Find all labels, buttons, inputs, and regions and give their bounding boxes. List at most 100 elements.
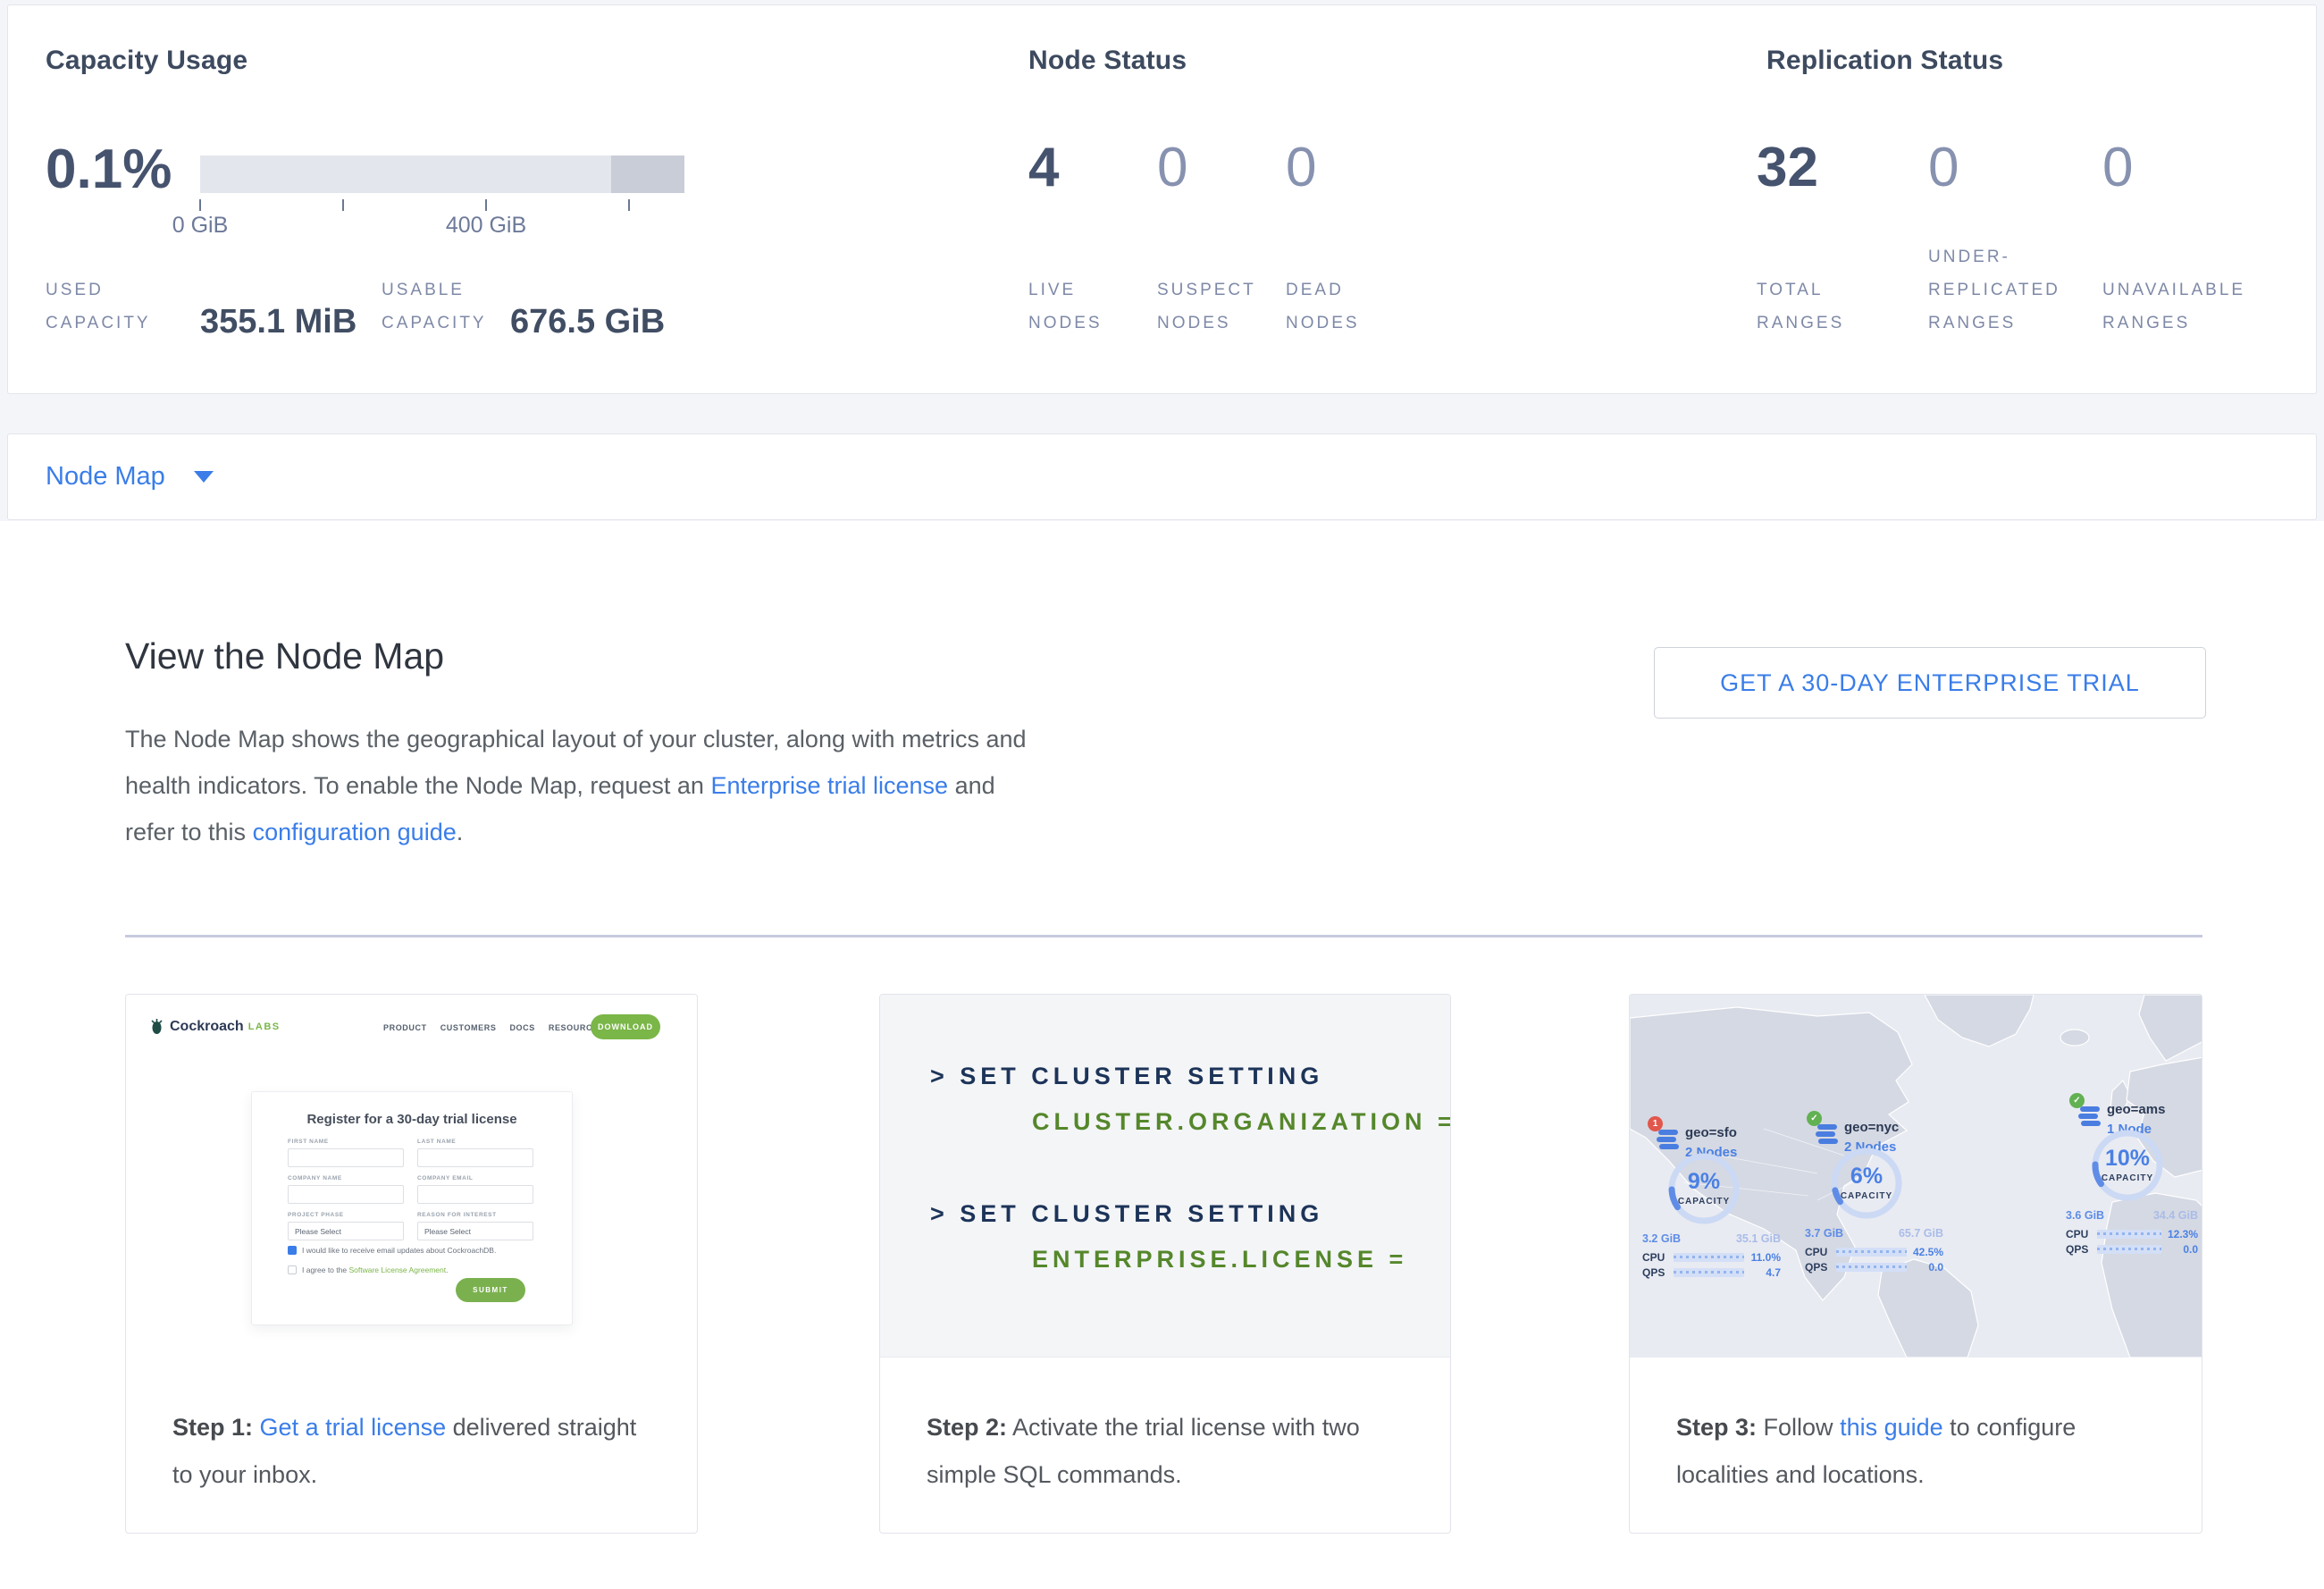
capacity-bar-reserved-segment	[611, 156, 684, 193]
used-capacity-value: 355.1 MiB	[200, 303, 357, 341]
sql-screenshot: > SET CLUSTER SETTING CLUSTER.ORGANIZATI…	[880, 995, 1450, 1358]
capacity-percent: 0.1%	[46, 138, 172, 201]
capacity-percent-label: 9%	[1665, 1169, 1742, 1195]
sql-setting-line: ENTERPRISE.LICENSE =	[1032, 1246, 1407, 1274]
node-map-preview: 1 geo=sfo 2 Nodes 9% CAPACITY	[1630, 995, 2202, 1358]
db-stack-icon	[2078, 1106, 2102, 1127]
cpu-sparkline	[2097, 1230, 2161, 1239]
node-metrics: 3.6 GiB 34.4 GiB CPU 12.3% QPS 0.0	[2066, 1209, 2198, 1257]
qps-value: 4.7	[1750, 1266, 1781, 1279]
step2-caption: Step 2: Activate the trial license with …	[927, 1404, 1413, 1499]
node-map-selector-label: Node Map	[46, 462, 165, 492]
email-updates-checkbox-row: I would like to receive email updates ab…	[288, 1246, 496, 1255]
qps-sparkline	[2097, 1245, 2161, 1254]
node-map-selector[interactable]: Node Map	[7, 433, 2317, 520]
capacity-axis-label-400: 400 GiB	[415, 213, 558, 239]
capacity-percent-label: 6%	[1828, 1164, 1905, 1190]
field-label: REASON FOR INTEREST	[417, 1212, 497, 1218]
download-button: DOWNLOAD	[591, 1014, 660, 1039]
chevron-down-icon	[194, 471, 214, 483]
used-gib: 3.6 GiB	[2066, 1209, 2104, 1222]
section-divider	[125, 935, 2202, 937]
step3-caption: Step 3: Follow this guide to configure l…	[1676, 1404, 2164, 1499]
nav-item: CUSTOMERS	[440, 1023, 497, 1032]
qps-sparkline	[1674, 1268, 1744, 1277]
page-title: View the Node Map	[125, 635, 444, 677]
qps-label: QPS	[1642, 1266, 1667, 1279]
node-locality-label: geo=sfo	[1685, 1125, 1737, 1140]
step1-caption: Step 1: Get a trial license delivered st…	[172, 1404, 659, 1499]
capacity-caption: CAPACITY	[1828, 1191, 1905, 1201]
cpu-label: CPU	[2066, 1228, 2091, 1240]
qps-value: 0.0	[1913, 1261, 1943, 1274]
total-gib: 65.7 GiB	[1899, 1227, 1943, 1240]
dead-nodes-value: 0	[1286, 138, 1316, 198]
total-gib: 34.4 GiB	[2153, 1209, 2198, 1222]
brand-suffix-text: LABS	[248, 1022, 281, 1032]
nav-item: DOCS	[509, 1023, 534, 1032]
suspect-nodes-label: SUSPECT NODES	[1157, 273, 1282, 340]
checkbox-unchecked-icon	[288, 1265, 297, 1274]
get-enterprise-trial-button[interactable]: GET A 30-DAY ENTERPRISE TRIAL	[1654, 647, 2206, 719]
capacity-bar	[200, 156, 684, 193]
last-name-input	[417, 1148, 533, 1167]
unavailable-ranges-value: 0	[2102, 138, 2133, 198]
capacity-usage-title: Capacity Usage	[46, 46, 248, 76]
qps-value: 0.0	[2168, 1243, 2198, 1256]
capacity-axis-tick	[199, 199, 201, 211]
enterprise-trial-license-link[interactable]: Enterprise trial license	[710, 772, 948, 799]
capacity-caption: CAPACITY	[1665, 1197, 1742, 1206]
unavailable-ranges-label: UNAVAILABLE RANGES	[2102, 273, 2312, 340]
capacity-caption: CAPACITY	[2089, 1173, 2166, 1183]
trial-license-form: Register for a 30-day trial license FIRS…	[251, 1091, 573, 1325]
cpu-value: 11.0%	[1750, 1251, 1781, 1264]
usable-capacity-value: 676.5 GiB	[510, 303, 665, 341]
step2-card: > SET CLUSTER SETTING CLUSTER.ORGANIZATI…	[879, 994, 1451, 1534]
summary-region: Capacity Usage 0.1% 0 GiB 400 GiB USED C…	[0, 0, 2324, 521]
cpu-sparkline	[1674, 1253, 1744, 1262]
checkbox-label: I would like to receive email updates ab…	[302, 1246, 496, 1255]
capacity-percent-label: 10%	[2089, 1146, 2166, 1172]
cpu-value: 12.3%	[2168, 1228, 2198, 1240]
cpu-label: CPU	[1642, 1251, 1667, 1264]
node-metrics: 3.7 GiB65.7 GiB CPU42.5% QPS0.0	[1805, 1227, 1943, 1274]
field-label: PROJECT PHASE	[288, 1212, 344, 1218]
capacity-axis-label-0: 0 GiB	[129, 213, 272, 239]
used-gib: 3.2 GiB	[1642, 1232, 1681, 1245]
sql-command-line: > SET CLUSTER SETTING	[930, 1200, 1323, 1228]
step1-card: Cockroach LABS PRODUCT CUSTOMERS DOCS RE…	[125, 994, 698, 1534]
cockroach-labs-logo: Cockroach LABS	[149, 1018, 281, 1036]
live-nodes-label: LIVE NODES	[1028, 273, 1145, 340]
form-title: Register for a 30-day trial license	[252, 1112, 572, 1127]
total-ranges-label: TOTAL RANGES	[1757, 273, 1891, 340]
company-name-input	[288, 1185, 404, 1204]
configuration-guide-link[interactable]: configuration guide	[253, 819, 457, 845]
get-trial-license-link[interactable]: Get a trial license	[260, 1414, 447, 1441]
capacity-ring: 10% CAPACITY	[2089, 1127, 2166, 1204]
node-map-promo-section: View the Node Map The Node Map shows the…	[0, 521, 2324, 1589]
cockroach-icon	[149, 1018, 164, 1036]
qps-label: QPS	[2066, 1243, 2091, 1256]
intro-text-3: .	[457, 819, 464, 845]
first-name-input	[288, 1148, 404, 1167]
sql-command-line: > SET CLUSTER SETTING	[930, 1063, 1323, 1090]
license-agreement-checkbox-row: I agree to the Software License Agreemen…	[288, 1265, 449, 1274]
trial-site-screenshot: Cockroach LABS PRODUCT CUSTOMERS DOCS RE…	[126, 995, 697, 1392]
capacity-axis-tick	[485, 199, 487, 211]
brand-text: Cockroach	[170, 1019, 244, 1035]
qps-label: QPS	[1805, 1261, 1830, 1274]
sql-setting-line: CLUSTER.ORGANIZATION =	[1032, 1108, 1451, 1136]
qps-sparkline	[1836, 1263, 1907, 1272]
node-locality-label: geo=ams	[2107, 1102, 2165, 1117]
project-phase-select: Please Select	[288, 1222, 404, 1240]
submit-button: SUBMIT	[456, 1278, 525, 1302]
capacity-ring: 6% CAPACITY	[1828, 1145, 1905, 1222]
node-metrics: 3.2 GiB35.1 GiB CPU11.0% QPS4.7	[1642, 1232, 1781, 1280]
reason-select: Please Select	[417, 1222, 533, 1240]
db-stack-icon	[1657, 1129, 1680, 1150]
this-guide-link[interactable]: this guide	[1840, 1414, 1943, 1441]
company-email-input	[417, 1185, 533, 1204]
db-stack-icon	[1816, 1123, 1839, 1145]
capacity-axis-tick	[628, 199, 630, 211]
suspect-nodes-value: 0	[1157, 138, 1187, 198]
